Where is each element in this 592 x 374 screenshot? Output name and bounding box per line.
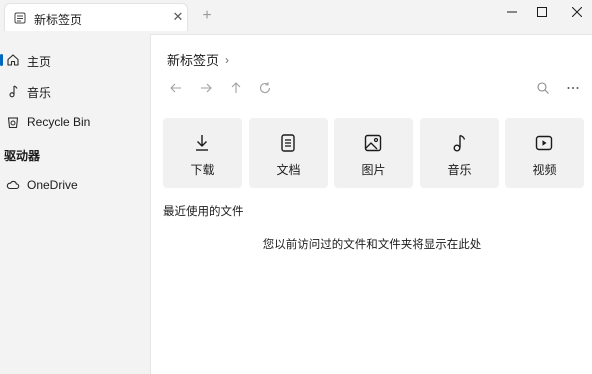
sidebar-item-home[interactable]: 主页	[0, 48, 150, 72]
tab-close-icon[interactable]: ✕	[170, 9, 186, 25]
tile-label: 文档	[276, 163, 301, 177]
back-button[interactable]	[167, 79, 185, 97]
selection-indicator	[0, 54, 3, 66]
sidebar-item-music[interactable]: 音乐	[0, 79, 150, 103]
quick-access-documents[interactable]: 文档	[249, 118, 328, 188]
refresh-icon	[258, 81, 272, 95]
sidebar-item-label: 主页	[27, 55, 52, 69]
forward-button[interactable]	[197, 79, 215, 97]
refresh-button[interactable]	[256, 79, 274, 97]
back-arrow-icon	[169, 81, 183, 95]
tile-label: 下载	[190, 163, 215, 177]
sidebar: 主页 音乐 Recycle Bin 驱动器 OneDrive	[0, 34, 150, 374]
new-tab-button[interactable]: +	[199, 8, 215, 24]
quick-access-pictures[interactable]: 图片	[334, 118, 413, 188]
tab-title: 新标签页	[34, 13, 83, 27]
cloud-icon	[6, 178, 20, 192]
more-options-button[interactable]	[564, 79, 582, 97]
search-button[interactable]	[534, 79, 552, 97]
up-button[interactable]	[227, 79, 245, 97]
drives-section-header: 驱动器	[4, 149, 41, 163]
more-icon	[566, 81, 580, 95]
home-icon	[6, 53, 20, 67]
sidebar-item-label: 音乐	[27, 86, 52, 100]
tab-new-tab[interactable]: 新标签页 ✕	[4, 3, 188, 31]
music-note-icon	[449, 133, 469, 153]
sidebar-item-recycle-bin[interactable]: Recycle Bin	[0, 110, 150, 134]
download-icon	[192, 133, 212, 153]
main-pane: 新标签页 › 下载 文档 图片 音乐 视频 最近使用的文件 您以前访问过的文件和…	[150, 34, 592, 374]
close-window-button[interactable]	[562, 0, 592, 24]
tile-label: 音乐	[447, 163, 472, 177]
search-icon	[536, 81, 550, 95]
sidebar-item-label: Recycle Bin	[27, 115, 91, 129]
minimize-icon	[507, 7, 517, 17]
quick-access-grid: 下载 文档 图片 音乐 视频	[163, 118, 585, 188]
title-bar: 新标签页 ✕ +	[0, 0, 592, 34]
document-icon	[278, 133, 298, 153]
tile-label: 视频	[532, 163, 557, 177]
breadcrumb[interactable]: 新标签页 ›	[167, 50, 229, 69]
sidebar-item-label: OneDrive	[27, 178, 78, 192]
recent-files-empty-message: 您以前访问过的文件和文件夹将显示在此处	[262, 239, 482, 251]
forward-arrow-icon	[199, 81, 213, 95]
up-arrow-icon	[229, 81, 243, 95]
maximize-icon	[537, 7, 547, 17]
minimize-button[interactable]	[497, 0, 527, 24]
music-note-icon	[6, 84, 20, 98]
quick-access-music[interactable]: 音乐	[420, 118, 499, 188]
close-icon	[572, 7, 582, 17]
sidebar-item-onedrive[interactable]: OneDrive	[0, 173, 150, 197]
picture-icon	[363, 133, 383, 153]
maximize-button[interactable]	[527, 0, 557, 24]
recycle-bin-icon	[6, 115, 20, 129]
quick-access-downloads[interactable]: 下载	[163, 118, 242, 188]
quick-access-videos[interactable]: 视频	[505, 118, 584, 188]
breadcrumb-chevron-icon[interactable]: ›	[225, 53, 229, 67]
tile-label: 图片	[361, 163, 386, 177]
breadcrumb-item[interactable]: 新标签页	[167, 50, 219, 69]
recent-files-heading: 最近使用的文件	[163, 206, 244, 218]
tab-page-icon	[14, 12, 26, 24]
video-icon	[534, 133, 554, 153]
